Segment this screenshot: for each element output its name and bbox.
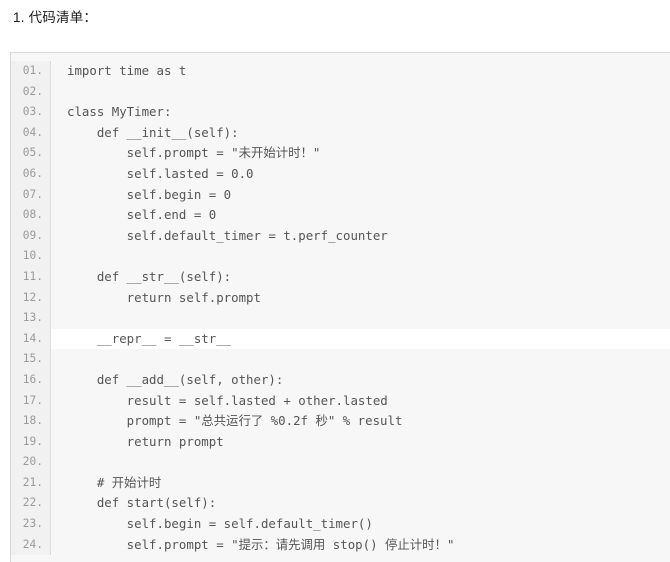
code-line-row: 01. import time as t xyxy=(11,61,670,82)
code-line-text: class MyTimer: xyxy=(67,104,172,120)
code-line-row: 24. self.prompt = "提示：请先调用 stop() 停止计时！" xyxy=(11,534,670,556)
code-line-text xyxy=(51,349,670,370)
code-line-text: self.begin = 0 xyxy=(67,186,232,202)
line-number: 24. xyxy=(11,534,51,556)
line-number: 15. xyxy=(11,349,51,370)
code-line-row: 12. return self.prompt xyxy=(11,287,670,309)
line-number: 03. xyxy=(11,102,51,123)
code-line-row: 21. # 开始计时 xyxy=(11,472,670,494)
code-line-text: __repr__ = __str__ xyxy=(51,328,670,350)
code-line-text: result = self.lasted + other.lasted xyxy=(67,392,388,408)
code-line-text: self.begin = self.default_timer() xyxy=(67,516,373,532)
code-line-text xyxy=(51,246,670,267)
code-line-text: import time as t xyxy=(67,63,187,78)
page-title: 1. 代码清单： xyxy=(13,10,98,25)
line-number: 21. xyxy=(11,472,51,494)
line-number: 09. xyxy=(11,225,51,247)
line-number: 12. xyxy=(11,287,51,309)
code-line-text: def __str__(self): xyxy=(67,268,232,284)
code-line-row: 17. result = self.lasted + other.lasted xyxy=(11,390,670,412)
code-line-row: 08. self.end = 0 xyxy=(11,205,670,226)
code-line-text xyxy=(51,82,670,103)
code-line-text: def __init__(self): xyxy=(67,124,239,140)
code-line-row: 18. prompt = "总共运行了 %0.2f 秒" % result xyxy=(11,411,670,432)
line-number: 19. xyxy=(11,431,51,453)
code-line-row: 15. xyxy=(11,349,670,370)
line-number: 20. xyxy=(11,452,51,473)
code-rows-container: 01. import time as t 02. 03. class MyTimer: 0… xyxy=(11,53,670,556)
line-number: 14. xyxy=(11,328,51,350)
line-number: 13. xyxy=(11,308,51,329)
code-line-text: self.lasted = 0.0 xyxy=(67,165,254,181)
code-line-text xyxy=(51,452,670,473)
code-line-row: 11. def __str__(self): xyxy=(11,266,670,288)
line-number: 16. xyxy=(11,369,51,391)
code-line-text: self.default_timer = t.perf_counter xyxy=(67,227,388,243)
code-line-text xyxy=(51,308,670,329)
code-line-row: 19. return prompt xyxy=(11,431,670,453)
code-line-text: # 开始计时 xyxy=(67,474,162,490)
code-line-row: 03. class MyTimer: xyxy=(11,102,670,123)
code-line-text: return self.prompt xyxy=(67,289,261,305)
code-line-text: def start(self): xyxy=(67,495,217,511)
code-line-text: prompt = "总共运行了 %0.2f 秒" % result xyxy=(67,413,403,429)
code-line-row-highlighted: 14. __repr__ = __str__ xyxy=(11,328,670,350)
line-number: 18. xyxy=(11,411,51,432)
line-number: 02. xyxy=(11,81,51,103)
code-line-text: self.prompt = "未开始计时！" xyxy=(67,145,321,161)
code-line-row: 13. xyxy=(11,308,670,329)
code-line-row: 20. xyxy=(11,452,670,473)
code-line-row: 23. self.begin = self.default_timer() xyxy=(11,514,670,535)
line-number: 10. xyxy=(11,246,51,267)
code-line-text: self.end = 0 xyxy=(67,207,217,223)
line-number: 23. xyxy=(11,514,51,535)
line-number: 01. xyxy=(11,61,51,82)
line-number: 17. xyxy=(11,390,51,412)
code-line-text: self.prompt = "提示：请先调用 stop() 停止计时！" xyxy=(67,536,455,552)
code-line-text: def __add__(self, other): xyxy=(67,371,284,387)
code-line-row: 10. xyxy=(11,246,670,267)
line-number: 22. xyxy=(11,493,51,515)
line-number: 06. xyxy=(11,163,51,185)
code-line-row: 05. self.prompt = "未开始计时！" xyxy=(11,143,670,164)
code-line-text: return prompt xyxy=(67,433,224,449)
line-number: 05. xyxy=(11,143,51,164)
code-line-row: 09. self.default_timer = t.perf_counter xyxy=(11,225,670,247)
code-line-row: 06. self.lasted = 0.0 xyxy=(11,163,670,185)
code-line-row: 22. def start(self): xyxy=(11,493,670,515)
code-line-row: 07. self.begin = 0 xyxy=(11,184,670,206)
line-number: 11. xyxy=(11,266,51,288)
line-number: 08. xyxy=(11,205,51,226)
code-line-row: 02. xyxy=(11,81,670,103)
code-line-row: 16. def __add__(self, other): xyxy=(11,369,670,391)
line-number: 07. xyxy=(11,184,51,206)
code-line-row: 04. def __init__(self): xyxy=(11,122,670,144)
line-number: 04. xyxy=(11,122,51,144)
code-listing-block: 01. import time as t 02. 03. class MyTimer: 0… xyxy=(10,52,670,562)
